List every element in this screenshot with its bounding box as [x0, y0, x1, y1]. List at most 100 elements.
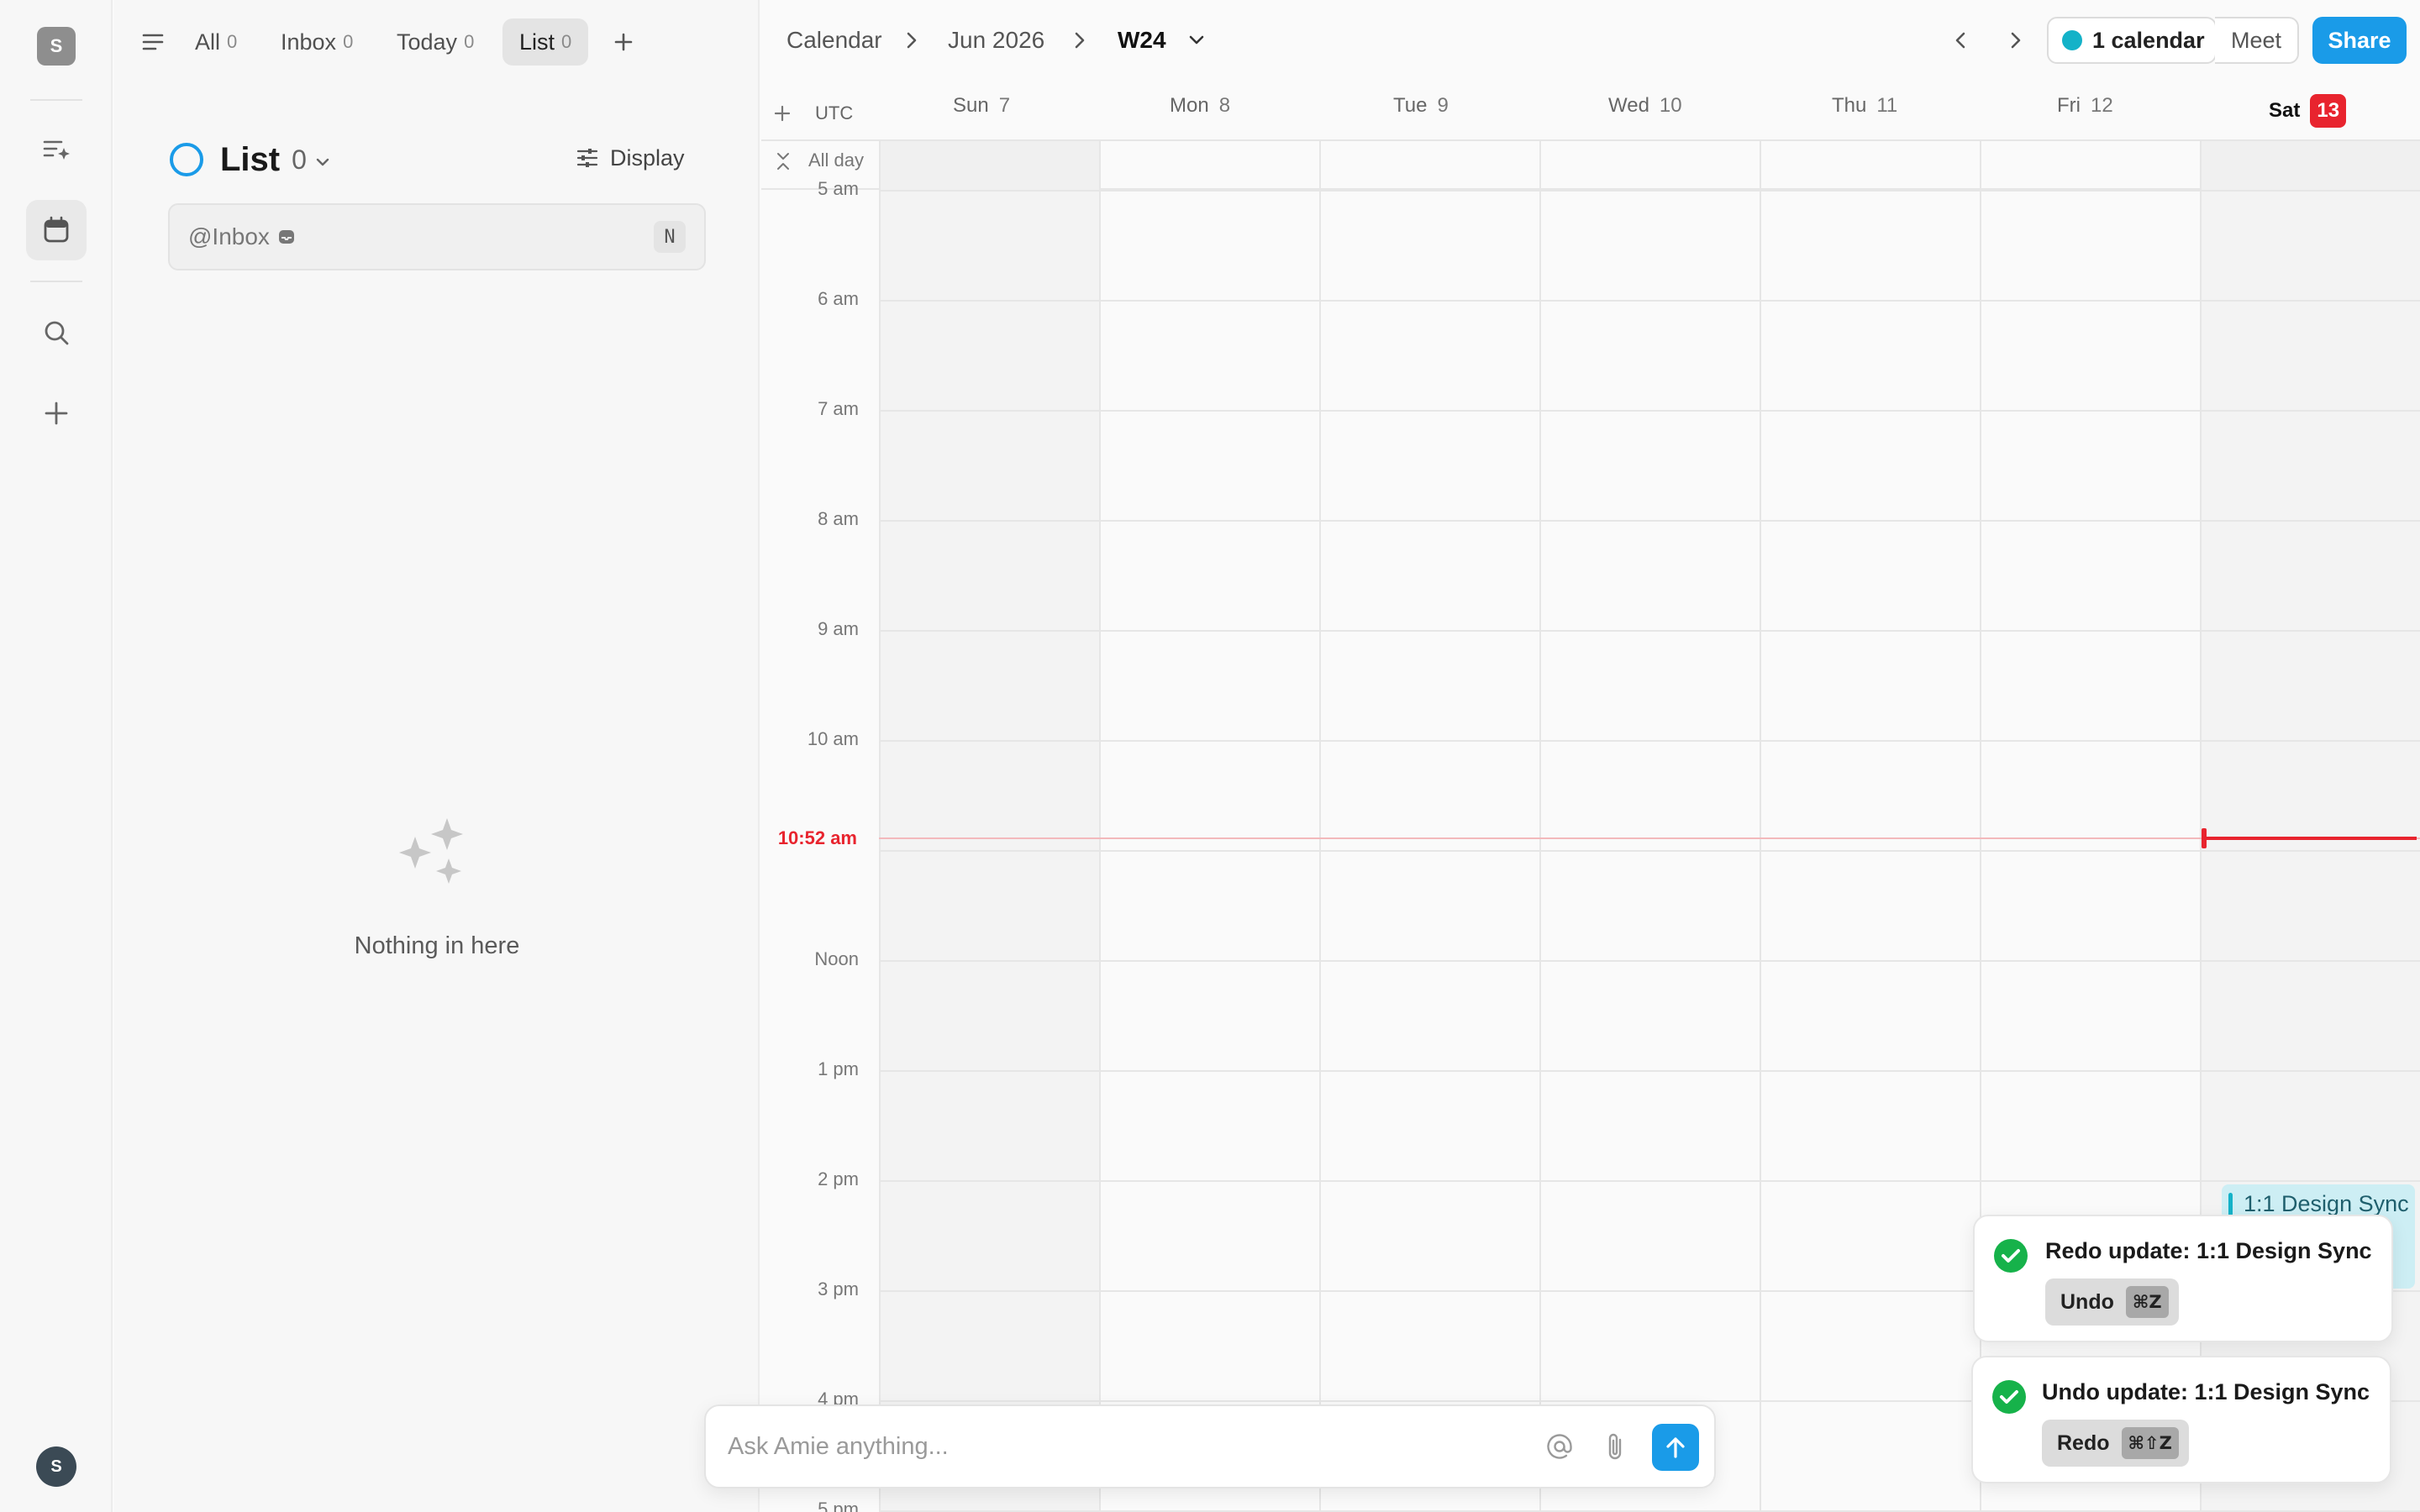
event-title: 1:1 Design Sync — [2244, 1191, 2409, 1216]
list-title: List — [220, 140, 281, 178]
day-header-sat-today[interactable]: Sat 13 — [2269, 94, 2347, 128]
hour-row-line — [879, 300, 2420, 302]
mention-icon[interactable] — [1544, 1431, 1575, 1462]
hour-row-line — [879, 740, 2420, 742]
menu-toggle-button[interactable] — [136, 25, 170, 59]
current-time-label: 10:52 am — [777, 827, 857, 848]
hour-label: 5 pm — [818, 1499, 859, 1512]
display-label: Display — [610, 144, 685, 171]
hour-label: 6 am — [818, 288, 859, 309]
tab-count: 0 — [343, 31, 354, 52]
add-tab-button[interactable] — [607, 25, 640, 59]
tab-label: All — [195, 29, 221, 55]
redo-shortcut: ⌘⇧Z — [2121, 1427, 2179, 1459]
redo-label: Redo — [2057, 1431, 2110, 1455]
day-column-divider — [879, 141, 881, 1512]
hour-label: 7 am — [818, 398, 859, 419]
inbox-tray-icon — [278, 230, 294, 244]
previous-week-icon[interactable] — [1949, 29, 1973, 52]
display-button[interactable]: Display — [575, 139, 685, 176]
next-week-icon[interactable] — [2003, 29, 2027, 52]
calendars-button[interactable]: 1 calendar — [2049, 18, 2213, 62]
day-header-thu[interactable]: Thu 11 — [1832, 94, 1897, 118]
toast-title: Redo update: 1:1 Design Sync — [2045, 1238, 2372, 1263]
all-day-cell-sun — [879, 141, 1099, 190]
day-header-fri[interactable]: Fri 12 — [2057, 94, 2113, 118]
share-button[interactable]: Share — [2312, 17, 2407, 64]
check-circle-icon — [1994, 1239, 2028, 1273]
day-number: 7 — [998, 94, 1011, 117]
workspace-avatar[interactable]: S — [37, 27, 76, 66]
toast-redo: Redo update: 1:1 Design Sync Undo ⌘Z — [1973, 1215, 2393, 1342]
day-number: 11 — [1876, 94, 1898, 117]
send-button[interactable] — [1652, 1424, 1699, 1471]
calendar-icon — [44, 216, 69, 243]
tab-list[interactable]: List 0 — [502, 18, 589, 66]
breadcrumb-month[interactable]: Jun 2026 — [948, 24, 1044, 57]
app-rail: S S — [0, 0, 113, 1512]
rail-divider — [30, 99, 82, 101]
current-time-marker — [2202, 828, 2207, 848]
current-time-line-today — [2203, 837, 2417, 840]
hour-row-line — [879, 190, 2420, 192]
calendar-color-dot — [2062, 30, 2082, 50]
inbox-filter[interactable]: @Inbox N — [168, 203, 706, 270]
hour-label: 1 pm — [818, 1058, 859, 1079]
today-badge: 13 — [2310, 94, 2347, 128]
hour-label: 2 pm — [818, 1168, 859, 1189]
shortcut-key: N — [654, 221, 686, 253]
chevron-right-icon — [1075, 32, 1085, 49]
inbox-label: @Inbox — [188, 223, 270, 249]
user-avatar[interactable]: S — [36, 1446, 76, 1487]
hour-row-line — [879, 1070, 2420, 1072]
list-header[interactable]: List 0 — [170, 136, 332, 183]
day-name: Sat — [2269, 99, 2301, 122]
search-nav-button[interactable] — [26, 302, 87, 363]
breadcrumb-calendar[interactable]: Calendar — [786, 24, 882, 57]
tasks-nav-button[interactable] — [26, 119, 87, 180]
tab-all[interactable]: All 0 — [178, 18, 254, 66]
hour-label: 3 pm — [818, 1278, 859, 1299]
rail-divider — [30, 281, 82, 282]
day-column-divider — [1760, 141, 1761, 1512]
timezone-label: UTC — [815, 102, 854, 123]
day-header-tue[interactable]: Tue 9 — [1393, 94, 1449, 118]
plus-icon — [614, 33, 633, 51]
chevron-down-icon — [316, 158, 329, 166]
redo-button[interactable]: Redo ⌘⇧Z — [2042, 1420, 2189, 1467]
hamburger-icon — [142, 34, 164, 50]
toast-undo: Undo update: 1:1 Design Sync Redo ⌘⇧Z — [1971, 1356, 2391, 1483]
add-timezone-icon[interactable] — [773, 104, 792, 123]
day-header-mon[interactable]: Mon 8 — [1170, 94, 1230, 118]
breadcrumb-week[interactable]: W24 — [1118, 24, 1166, 57]
hour-row-line — [879, 410, 2420, 412]
all-day-cell-sat — [2200, 141, 2420, 190]
hour-label: 9 am — [818, 618, 859, 639]
sparkles-icon — [398, 815, 476, 896]
list-count: 0 — [292, 144, 307, 175]
day-name: Fri — [2057, 94, 2081, 117]
meet-button[interactable]: Meet — [2215, 17, 2299, 64]
day-name: Mon — [1170, 94, 1209, 117]
calendar-nav-button[interactable] — [26, 200, 87, 260]
tab-today[interactable]: Today 0 — [380, 18, 491, 66]
day-header-sun[interactable]: Sun 7 — [953, 94, 1010, 118]
hour-row-line — [879, 630, 2420, 632]
tab-inbox[interactable]: Inbox 0 — [264, 18, 370, 66]
day-name: Wed — [1608, 94, 1649, 117]
ask-input[interactable] — [728, 1428, 1534, 1465]
attachment-icon[interactable] — [1600, 1430, 1630, 1463]
day-header-wed[interactable]: Wed 10 — [1608, 94, 1682, 118]
empty-state-text: Nothing in here — [354, 932, 520, 959]
add-nav-button[interactable] — [26, 383, 87, 444]
week-dropdown-chevron-icon[interactable] — [1186, 30, 1207, 50]
undo-button[interactable]: Undo ⌘Z — [2045, 1278, 2179, 1326]
collapse-icon[interactable] — [775, 151, 792, 171]
all-day-label: All day — [808, 150, 865, 171]
plus-icon — [45, 402, 68, 425]
day-column-divider — [1539, 141, 1541, 1512]
hour-label: Noon — [814, 948, 859, 969]
day-number: 10 — [1659, 94, 1682, 117]
hour-row-line — [879, 1180, 2420, 1182]
day-column-divider — [1319, 141, 1321, 1512]
